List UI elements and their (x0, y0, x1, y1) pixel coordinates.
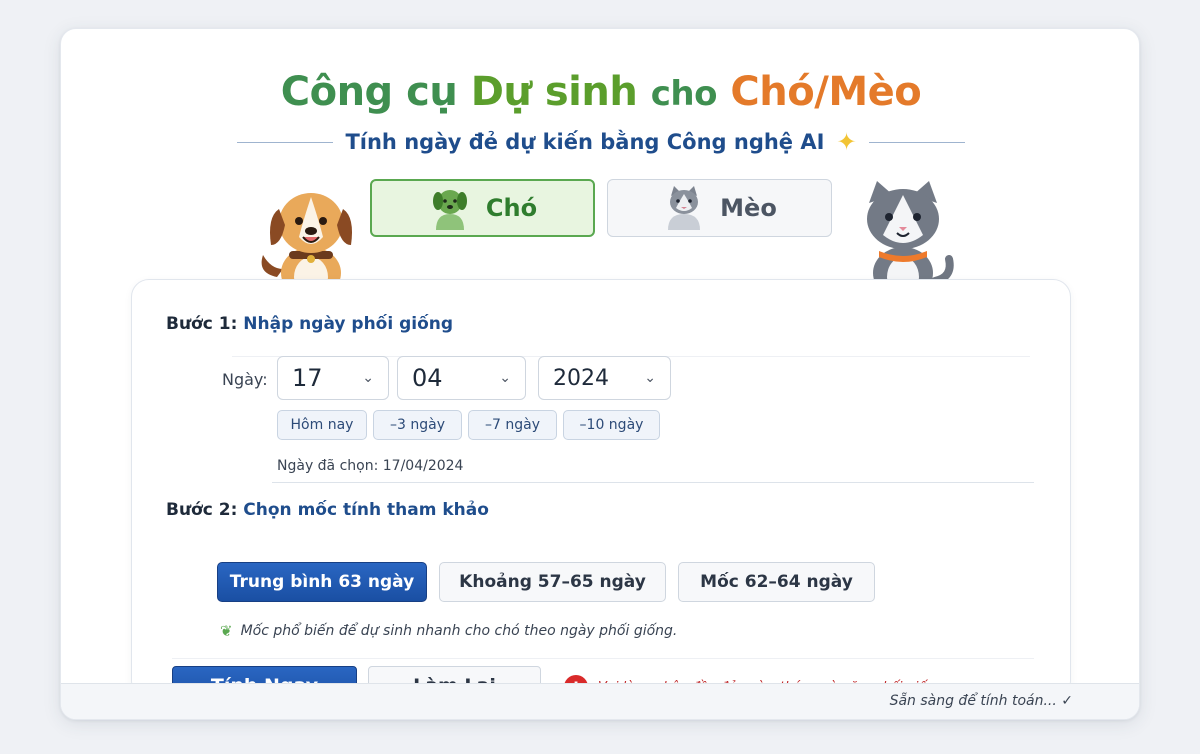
title-part: cho (650, 74, 718, 114)
app-window: Công cụ Dự sinh cho Chó/Mèo Tính ngày đẻ… (60, 28, 1140, 720)
divider (272, 482, 1034, 483)
tab-cat[interactable]: Mèo (607, 179, 832, 237)
hint-text: Mốc phổ biến để dự sinh nhanh cho chó th… (240, 623, 678, 639)
leaf-icon: ❦ (220, 622, 233, 640)
minus-3-days-button[interactable]: –3 ngày (373, 410, 462, 440)
step2-prefix: Bước 2: (166, 500, 238, 520)
day-value: 17 (292, 364, 323, 392)
status-text: Sẵn sàng để tính toán... ✓ (889, 693, 1073, 709)
cat-icon (668, 186, 701, 230)
status-bar: Sẵn sàng để tính toán... ✓ (61, 683, 1139, 719)
divider-line (237, 141, 334, 143)
title-part: Chó/Mèo (730, 69, 922, 115)
tab-dog[interactable]: Chó (370, 179, 595, 237)
chosen-date-text: Ngày đã chọn: 17/04/2024 (277, 458, 464, 474)
month-value: 04 (412, 364, 443, 392)
dog-icon (432, 190, 467, 230)
month-select[interactable]: 04 ⌄ (397, 356, 526, 400)
chevron-down-icon: ⌄ (362, 370, 374, 386)
year-select[interactable]: 2024 ⌄ (538, 356, 671, 400)
title-part: Công cụ (280, 69, 458, 115)
title-part: Dự sinh (470, 69, 638, 115)
subtitle-row: Tính ngày đẻ dự kiến bằng Công nghệ AI ✦ (61, 125, 1139, 159)
chevron-down-icon: ⌄ (644, 370, 656, 386)
chevron-down-icon: ⌄ (499, 370, 511, 386)
minus-7-days-button[interactable]: –7 ngày (468, 410, 557, 440)
step2-heading: Bước 2: Chọn mốc tính tham khảo (166, 500, 489, 520)
step1-heading: Bước 1: Nhập ngày phối giống (166, 314, 453, 334)
tab-dog-label: Chó (485, 194, 538, 222)
divider (172, 658, 1034, 659)
day-select[interactable]: 17 ⌄ (277, 356, 389, 400)
date-label: Ngày: (222, 370, 268, 389)
option-average-63-days[interactable]: Trung bình 63 ngày (217, 562, 427, 602)
hint-row: ❦ Mốc phổ biến để dự sinh nhanh cho chó … (220, 622, 677, 640)
option-range-57-65-days[interactable]: Khoảng 57–65 ngày (439, 562, 666, 602)
step1-prefix: Bước 1: (166, 314, 238, 334)
year-value: 2024 (553, 365, 609, 391)
sparkle-icon: ✦ (836, 128, 857, 156)
page-title: Công cụ Dự sinh cho Chó/Mèo (61, 69, 1139, 115)
step2-text: Chọn mốc tính tham khảo (243, 500, 489, 520)
today-button[interactable]: Hôm nay (277, 410, 367, 440)
minus-10-days-button[interactable]: –10 ngày (563, 410, 660, 440)
page-subtitle: Tính ngày đẻ dự kiến bằng Công nghệ AI (345, 130, 825, 154)
form-panel: Bước 1: Nhập ngày phối giống Ngày: 17 ⌄ … (131, 279, 1071, 706)
option-mark-62-64-days[interactable]: Mốc 62–64 ngày (678, 562, 875, 602)
step1-text: Nhập ngày phối giống (243, 314, 454, 334)
tab-cat-label: Mèo (720, 194, 777, 222)
divider-line (868, 141, 965, 143)
